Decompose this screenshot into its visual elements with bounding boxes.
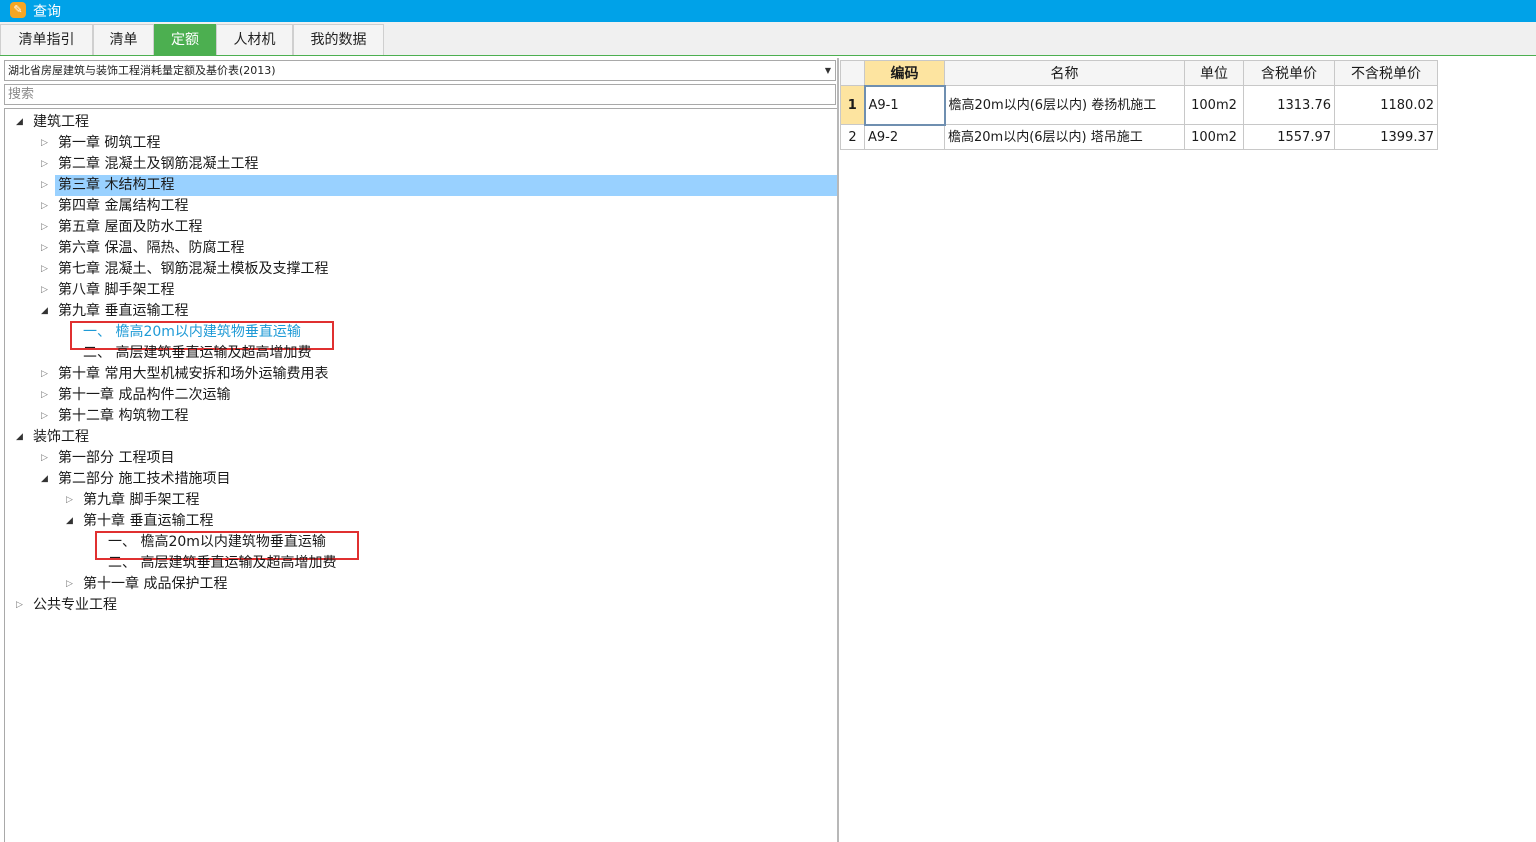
tree-node[interactable]: 装饰工程 <box>30 427 89 448</box>
expanded-arrow-icon[interactable]: ◢ <box>16 117 26 131</box>
cell-tax-price[interactable]: 1313.76 <box>1243 85 1335 125</box>
left-panel: 湖北省房屋建筑与装饰工程消耗量定额及基价表(2013) ▼ ◢ 建筑工程 ▷ 第一章 … <box>4 58 839 842</box>
collapsed-arrow-icon[interactable]: ▷ <box>66 495 76 509</box>
expanded-arrow-icon[interactable]: ◢ <box>41 474 51 488</box>
library-select[interactable]: 湖北省房屋建筑与装饰工程消耗量定额及基价表(2013) ▼ <box>4 60 836 81</box>
tree-node[interactable]: 第十章 常用大型机械安拆和场外运输费用表 <box>55 364 328 385</box>
tree-node[interactable]: 第二部分 施工技术措施项目 <box>55 469 230 490</box>
tree-node[interactable]: 第八章 脚手架工程 <box>55 280 174 301</box>
quota-grid: 编码 名称 单位 含税单价 不含税单价 1 A9-1 檐高20m以内(6层以内)… <box>840 60 1438 150</box>
expanded-arrow-icon[interactable]: ◢ <box>66 516 76 530</box>
title-bar: ✎ 查询 <box>0 0 1536 22</box>
collapsed-arrow-icon[interactable]: ▷ <box>41 201 51 215</box>
tree-node[interactable]: 第十一章 成品构件二次运输 <box>55 385 230 406</box>
tree-node[interactable]: 第九章 脚手架工程 <box>80 490 199 511</box>
expanded-arrow-icon[interactable]: ◢ <box>16 432 26 446</box>
collapsed-arrow-icon[interactable]: ▷ <box>41 138 51 152</box>
tree-node[interactable]: 二、 高层建筑垂直运输及超高增加费 <box>80 343 311 364</box>
collapsed-arrow-icon[interactable]: ▷ <box>66 579 76 593</box>
tree-node[interactable]: 一、 檐高20m以内建筑物垂直运输 <box>105 532 326 553</box>
header-code[interactable]: 编码 <box>864 60 945 86</box>
panel-splitter[interactable] <box>837 58 839 842</box>
tree-node[interactable]: 第十二章 构筑物工程 <box>55 406 188 427</box>
cell-notax-price[interactable]: 1399.37 <box>1334 124 1438 150</box>
collapsed-arrow-icon[interactable]: ▷ <box>41 390 51 404</box>
cell-code[interactable]: A9-2 <box>864 124 945 150</box>
tab-labor-material-machine[interactable]: 人材机 <box>216 24 293 55</box>
tree-node[interactable]: 第七章 混凝土、钢筋混凝土模板及支撑工程 <box>55 259 328 280</box>
collapsed-arrow-icon[interactable]: ▷ <box>41 159 51 173</box>
table-row[interactable]: 2 A9-2 檐高20m以内(6层以内) 塔吊施工 100m2 1557.97 … <box>840 124 1438 150</box>
collapsed-arrow-icon[interactable]: ▷ <box>41 264 51 278</box>
tab-list[interactable]: 清单 <box>93 24 154 55</box>
tree-node[interactable]: 第六章 保温、隔热、防腐工程 <box>55 238 244 259</box>
search-input[interactable] <box>4 84 836 105</box>
cell-notax-price[interactable]: 1180.02 <box>1334 85 1438 125</box>
header-notax-price[interactable]: 不含税单价 <box>1334 60 1438 86</box>
tree-node[interactable]: 第一部分 工程项目 <box>55 448 174 469</box>
tree-node[interactable]: 建筑工程 <box>30 112 89 133</box>
cell-code[interactable]: A9-1 <box>863 84 946 126</box>
tree-node[interactable]: 第四章 金属结构工程 <box>55 196 188 217</box>
tree-node[interactable]: 第九章 垂直运输工程 <box>55 301 188 322</box>
collapsed-arrow-icon[interactable]: ▷ <box>41 411 51 425</box>
collapsed-arrow-icon[interactable]: ▷ <box>41 285 51 299</box>
collapsed-arrow-icon[interactable]: ▷ <box>41 369 51 383</box>
tree-node[interactable]: 第二章 混凝土及钢筋混凝土工程 <box>55 154 258 175</box>
collapsed-arrow-icon[interactable]: ▷ <box>41 243 51 257</box>
collapsed-arrow-icon[interactable]: ▷ <box>41 180 51 194</box>
cell-name[interactable]: 檐高20m以内(6层以内) 塔吊施工 <box>944 124 1185 150</box>
collapsed-arrow-icon[interactable]: ▷ <box>41 222 51 236</box>
tree-node[interactable]: 第一章 砌筑工程 <box>55 133 160 154</box>
window-title: 查询 <box>33 4 61 20</box>
quota-tree: ◢ 建筑工程 ▷ 第一章 砌筑工程 ▷ 第二章 混凝土及钢筋混凝土工程 ▷ 第三章 木结构工程… <box>4 108 839 842</box>
tab-my-data[interactable]: 我的数据 <box>293 24 384 55</box>
grid-header-row: 编码 名称 单位 含税单价 不含税单价 <box>840 60 1438 86</box>
tab-list-guide[interactable]: 清单指引 <box>0 24 93 55</box>
app-logo-icon: ✎ <box>10 2 26 18</box>
tree-node[interactable]: 第十章 垂直运输工程 <box>80 511 213 532</box>
tree-node[interactable]: 第十一章 成品保护工程 <box>80 574 227 595</box>
table-row[interactable]: 1 A9-1 檐高20m以内(6层以内) 卷扬机施工 100m2 1313.76… <box>840 84 1438 126</box>
collapsed-arrow-icon[interactable]: ▷ <box>16 600 26 614</box>
header-rownum <box>840 60 865 86</box>
tab-quota[interactable]: 定额 <box>154 24 216 55</box>
library-select-value: 湖北省房屋建筑与装饰工程消耗量定额及基价表(2013) <box>8 64 276 77</box>
header-tax-price[interactable]: 含税单价 <box>1243 60 1335 86</box>
collapsed-arrow-icon[interactable]: ▷ <box>41 453 51 467</box>
cell-unit[interactable]: 100m2 <box>1184 85 1244 125</box>
tree-node[interactable]: 公共专业工程 <box>30 595 117 616</box>
tab-bar: 清单指引 清单 定额 人材机 我的数据 <box>0 22 1536 56</box>
tree-node[interactable]: 一、 檐高20m以内建筑物垂直运输 <box>80 322 301 343</box>
tree-node[interactable]: 二、 高层建筑垂直运输及超高增加费 <box>105 553 336 574</box>
cell-unit[interactable]: 100m2 <box>1184 124 1244 150</box>
tree-node[interactable]: 第五章 屋面及防水工程 <box>55 217 202 238</box>
header-name[interactable]: 名称 <box>944 60 1185 86</box>
tree-node[interactable]: 第三章 木结构工程 <box>55 175 839 196</box>
cell-name[interactable]: 檐高20m以内(6层以内) 卷扬机施工 <box>944 85 1185 125</box>
cell-tax-price[interactable]: 1557.97 <box>1243 124 1335 150</box>
header-unit[interactable]: 单位 <box>1184 60 1244 86</box>
expanded-arrow-icon[interactable]: ◢ <box>41 306 51 320</box>
dropdown-arrow-icon[interactable]: ▼ <box>825 61 831 80</box>
row-number: 1 <box>840 85 865 125</box>
row-number: 2 <box>840 124 865 150</box>
